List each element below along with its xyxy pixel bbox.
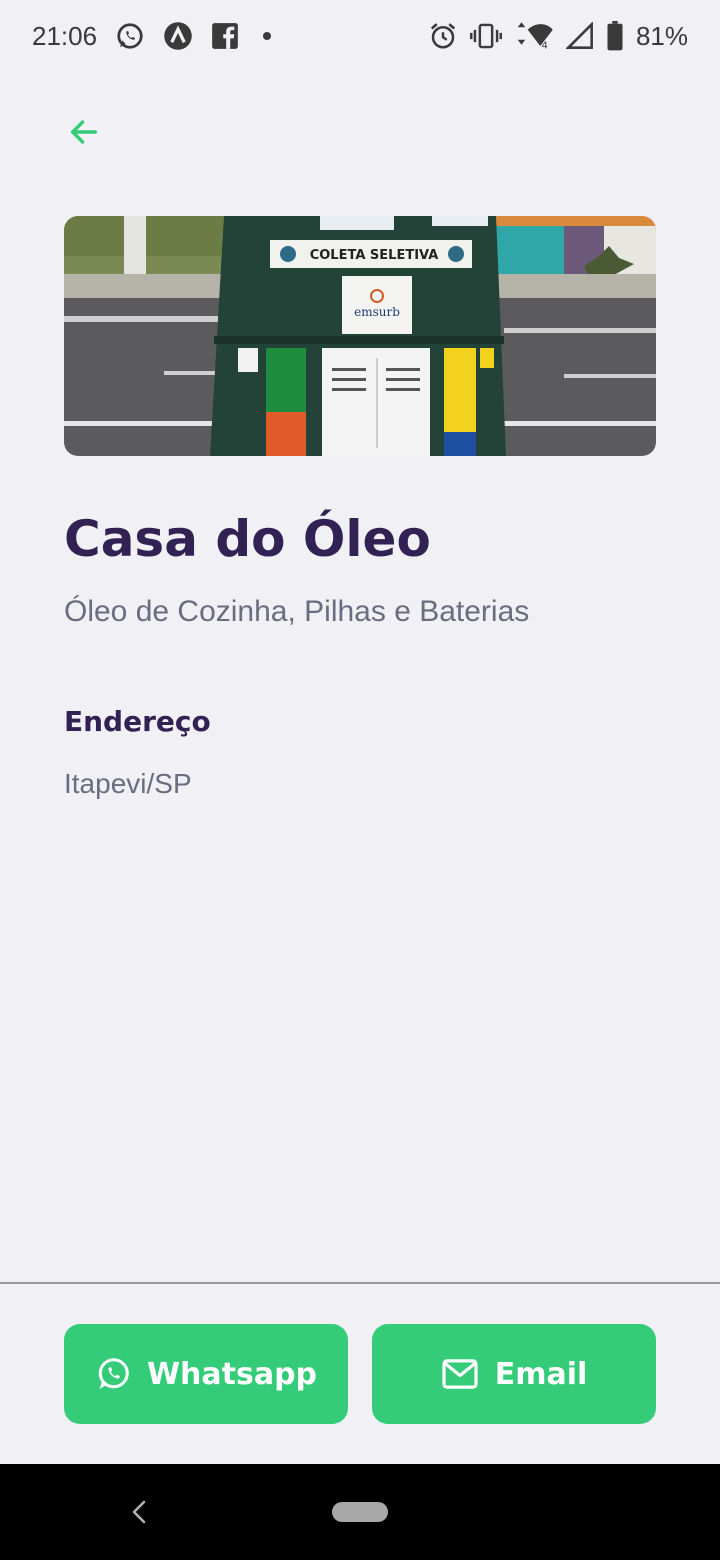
address-value: Itapevi/SP: [64, 768, 192, 799]
mail-icon: [442, 1359, 478, 1389]
svg-text:4: 4: [541, 41, 547, 52]
svg-text:emsurb: emsurb: [354, 305, 400, 319]
footer: Whatsapp Email: [0, 1284, 720, 1464]
whatsapp-icon: [98, 1358, 129, 1389]
status-time: 21:06: [32, 20, 98, 51]
battery-percent: 81%: [635, 20, 688, 51]
svg-text:COLETA SELETIVA: COLETA SELETIVA: [310, 248, 439, 263]
facebook-icon: [211, 22, 239, 50]
status-bar: 21:06 4 81%: [0, 0, 720, 72]
whatsapp-button[interactable]: Whatsapp: [64, 1324, 348, 1424]
wifi-icon: 4: [514, 21, 554, 51]
point-items: Óleo de Cozinha, Pilhas e Baterias: [64, 595, 530, 628]
vibrate-icon: [469, 21, 502, 51]
point-title: Casa do Óleo: [64, 510, 431, 568]
nav-back-button[interactable]: [124, 1494, 154, 1530]
arrow-left-icon: [70, 120, 98, 144]
app-a-icon: [163, 21, 193, 51]
address-heading: Endereço: [64, 705, 211, 738]
signal-icon: [565, 22, 594, 50]
dot-icon: [257, 26, 277, 46]
status-bar-left: 21:06: [32, 21, 277, 52]
point-image: COLETA SELETIVA emsurb: [64, 216, 656, 456]
nav-home-pill[interactable]: [332, 1502, 388, 1522]
recycling-bin-photo: COLETA SELETIVA emsurb: [64, 216, 656, 456]
status-bar-right: 4 81%: [428, 21, 688, 52]
battery-icon: [606, 21, 624, 51]
email-button[interactable]: Email: [372, 1324, 656, 1424]
back-button[interactable]: [60, 108, 108, 156]
chevron-left-icon: [132, 1500, 146, 1524]
whatsapp-button-label: Whatsapp: [146, 1356, 318, 1392]
whatsapp-icon: [115, 21, 145, 51]
alarm-icon: [428, 21, 458, 51]
email-button-label: Email: [494, 1356, 588, 1392]
navigation-bar: [0, 1464, 720, 1560]
